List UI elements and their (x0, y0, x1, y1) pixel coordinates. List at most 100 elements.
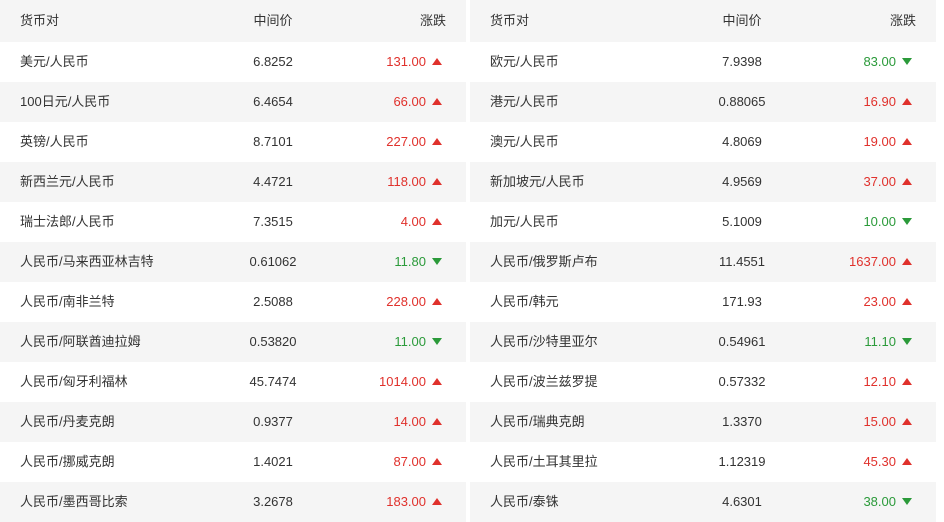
currency-pair-link[interactable]: 人民币/沙特里亚尔 (490, 322, 598, 362)
change-cell: 11.80 (394, 242, 442, 282)
table-row[interactable]: 人民币/土耳其里拉 1.12319 45.30 (470, 442, 936, 482)
mid-rate-value: 7.9398 (722, 54, 762, 69)
table-row[interactable]: 人民币/韩元 171.93 23.00 (470, 282, 936, 322)
currency-pair-link[interactable]: 英镑/人民币 (20, 122, 89, 162)
mid-rate-value: 0.53820 (249, 334, 297, 349)
table-row[interactable]: 美元/人民币 6.8252 131.00 (0, 42, 466, 82)
currency-pair-link[interactable]: 港元/人民币 (490, 82, 559, 122)
change-cell: 16.90 (863, 82, 912, 122)
table-row[interactable]: 人民币/墨西哥比索 3.2678 183.00 (0, 482, 466, 522)
change-cell: 228.00 (386, 282, 442, 322)
header-pair: 货币对 (20, 13, 60, 28)
header-change: 涨跌 (419, 13, 446, 28)
arrow-up-icon (432, 178, 442, 186)
change-value: 23.00 (863, 294, 896, 309)
currency-pair-link[interactable]: 人民币/泰铢 (490, 482, 559, 522)
currency-pair-link[interactable]: 人民币/南非兰特 (20, 282, 115, 322)
table-row[interactable]: 人民币/波兰兹罗提 0.57332 12.10 (470, 362, 936, 402)
currency-pair-link[interactable]: 欧元/人民币 (490, 42, 559, 82)
table-row[interactable]: 港元/人民币 0.88065 16.90 (470, 82, 936, 122)
change-value: 1637.00 (849, 254, 896, 269)
change-value: 14.00 (393, 414, 426, 429)
arrow-down-icon (902, 338, 912, 346)
currency-pair-link[interactable]: 新西兰元/人民币 (20, 162, 115, 202)
currency-pair-link[interactable]: 人民币/韩元 (490, 282, 559, 322)
fx-rate-page: 货币对 中间价 涨跌 美元/人民币 6.8252 131.00 100日元/人民币 6.… (0, 0, 944, 522)
header-mid: 中间价 (722, 13, 762, 28)
currency-pair-link[interactable]: 人民币/丹麦克朗 (20, 402, 115, 442)
currency-pair-link[interactable]: 人民币/波兰兹罗提 (490, 362, 598, 402)
table-row[interactable]: 英镑/人民币 8.7101 227.00 (0, 122, 466, 162)
mid-rate-value: 11.4551 (718, 254, 766, 269)
arrow-up-icon (432, 498, 442, 506)
mid-rate-value: 5.1009 (722, 214, 762, 229)
mid-rate-value: 45.7474 (249, 374, 297, 389)
currency-pair-link[interactable]: 人民币/马来西亚林吉特 (20, 242, 154, 282)
currency-pair-link[interactable]: 100日元/人民币 (20, 82, 110, 122)
arrow-up-icon (432, 58, 442, 66)
table-body: 美元/人民币 6.8252 131.00 100日元/人民币 6.4654 66.00 英镑… (0, 42, 466, 522)
arrow-up-icon (902, 138, 912, 146)
change-value: 87.00 (393, 454, 426, 469)
arrow-down-icon (902, 498, 912, 506)
currency-pair-link[interactable]: 人民币/土耳其里拉 (490, 442, 598, 482)
table-header: 货币对 中间价 涨跌 (0, 0, 466, 42)
currency-pair-link[interactable]: 美元/人民币 (20, 42, 89, 82)
table-row[interactable]: 人民币/沙特里亚尔 0.54961 11.10 (470, 322, 936, 362)
currency-pair-link[interactable]: 新加坡元/人民币 (490, 162, 585, 202)
table-row[interactable]: 新加坡元/人民币 4.9569 37.00 (470, 162, 936, 202)
mid-rate-value: 4.8069 (722, 134, 762, 149)
currency-pair-link[interactable]: 人民币/阿联酋迪拉姆 (20, 322, 141, 362)
change-value: 66.00 (393, 94, 426, 109)
arrow-down-icon (432, 338, 442, 346)
table-row[interactable]: 人民币/俄罗斯卢布 11.4551 1637.00 (470, 242, 936, 282)
mid-rate-value: 0.57332 (718, 374, 766, 389)
table-row[interactable]: 人民币/泰铢 4.6301 38.00 (470, 482, 936, 522)
change-cell: 87.00 (393, 442, 442, 482)
currency-pair-link[interactable]: 人民币/挪威克朗 (20, 442, 115, 482)
change-value: 12.10 (863, 374, 896, 389)
currency-pair-link[interactable]: 瑞士法郎/人民币 (20, 202, 115, 242)
change-cell: 23.00 (863, 282, 912, 322)
table-row[interactable]: 人民币/瑞典克朗 1.3370 15.00 (470, 402, 936, 442)
table-row[interactable]: 澳元/人民币 4.8069 19.00 (470, 122, 936, 162)
arrow-up-icon (902, 258, 912, 266)
table-row[interactable]: 加元/人民币 5.1009 10.00 (470, 202, 936, 242)
change-cell: 19.00 (863, 122, 912, 162)
arrow-up-icon (432, 298, 442, 306)
currency-pair-link[interactable]: 人民币/瑞典克朗 (490, 402, 585, 442)
change-cell: 1637.00 (849, 242, 912, 282)
arrow-down-icon (902, 58, 912, 66)
header-pair: 货币对 (490, 13, 530, 28)
table-row[interactable]: 新西兰元/人民币 4.4721 118.00 (0, 162, 466, 202)
change-cell: 38.00 (863, 482, 912, 522)
change-value: 183.00 (386, 494, 426, 509)
table-row[interactable]: 欧元/人民币 7.9398 83.00 (470, 42, 936, 82)
currency-pair-link[interactable]: 人民币/匈牙利福林 (20, 362, 128, 402)
arrow-up-icon (902, 98, 912, 106)
mid-rate-value: 4.9569 (722, 174, 762, 189)
mid-rate-value: 4.4721 (253, 174, 293, 189)
currency-pair-link[interactable]: 澳元/人民币 (490, 122, 559, 162)
table-row[interactable]: 100日元/人民币 6.4654 66.00 (0, 82, 466, 122)
currency-pair-link[interactable]: 人民币/俄罗斯卢布 (490, 242, 598, 282)
arrow-up-icon (902, 418, 912, 426)
arrow-up-icon (432, 138, 442, 146)
table-row[interactable]: 人民币/丹麦克朗 0.9377 14.00 (0, 402, 466, 442)
fx-table-left: 货币对 中间价 涨跌 美元/人民币 6.8252 131.00 100日元/人民币 6.… (0, 0, 466, 522)
table-row[interactable]: 人民币/挪威克朗 1.4021 87.00 (0, 442, 466, 482)
currency-pair-link[interactable]: 加元/人民币 (490, 202, 559, 242)
change-cell: 45.30 (863, 442, 912, 482)
table-row[interactable]: 人民币/南非兰特 2.5088 228.00 (0, 282, 466, 322)
table-row[interactable]: 人民币/匈牙利福林 45.7474 1014.00 (0, 362, 466, 402)
table-row[interactable]: 瑞士法郎/人民币 7.3515 4.00 (0, 202, 466, 242)
mid-rate-value: 1.4021 (253, 454, 293, 469)
table-row[interactable]: 人民币/马来西亚林吉特 0.61062 11.80 (0, 242, 466, 282)
arrow-up-icon (432, 418, 442, 426)
change-value: 19.00 (863, 134, 896, 149)
table-row[interactable]: 人民币/阿联酋迪拉姆 0.53820 11.00 (0, 322, 466, 362)
change-value: 38.00 (863, 494, 896, 509)
currency-pair-link[interactable]: 人民币/墨西哥比索 (20, 482, 128, 522)
change-value: 131.00 (386, 54, 426, 69)
mid-rate-value: 2.5088 (253, 294, 293, 309)
